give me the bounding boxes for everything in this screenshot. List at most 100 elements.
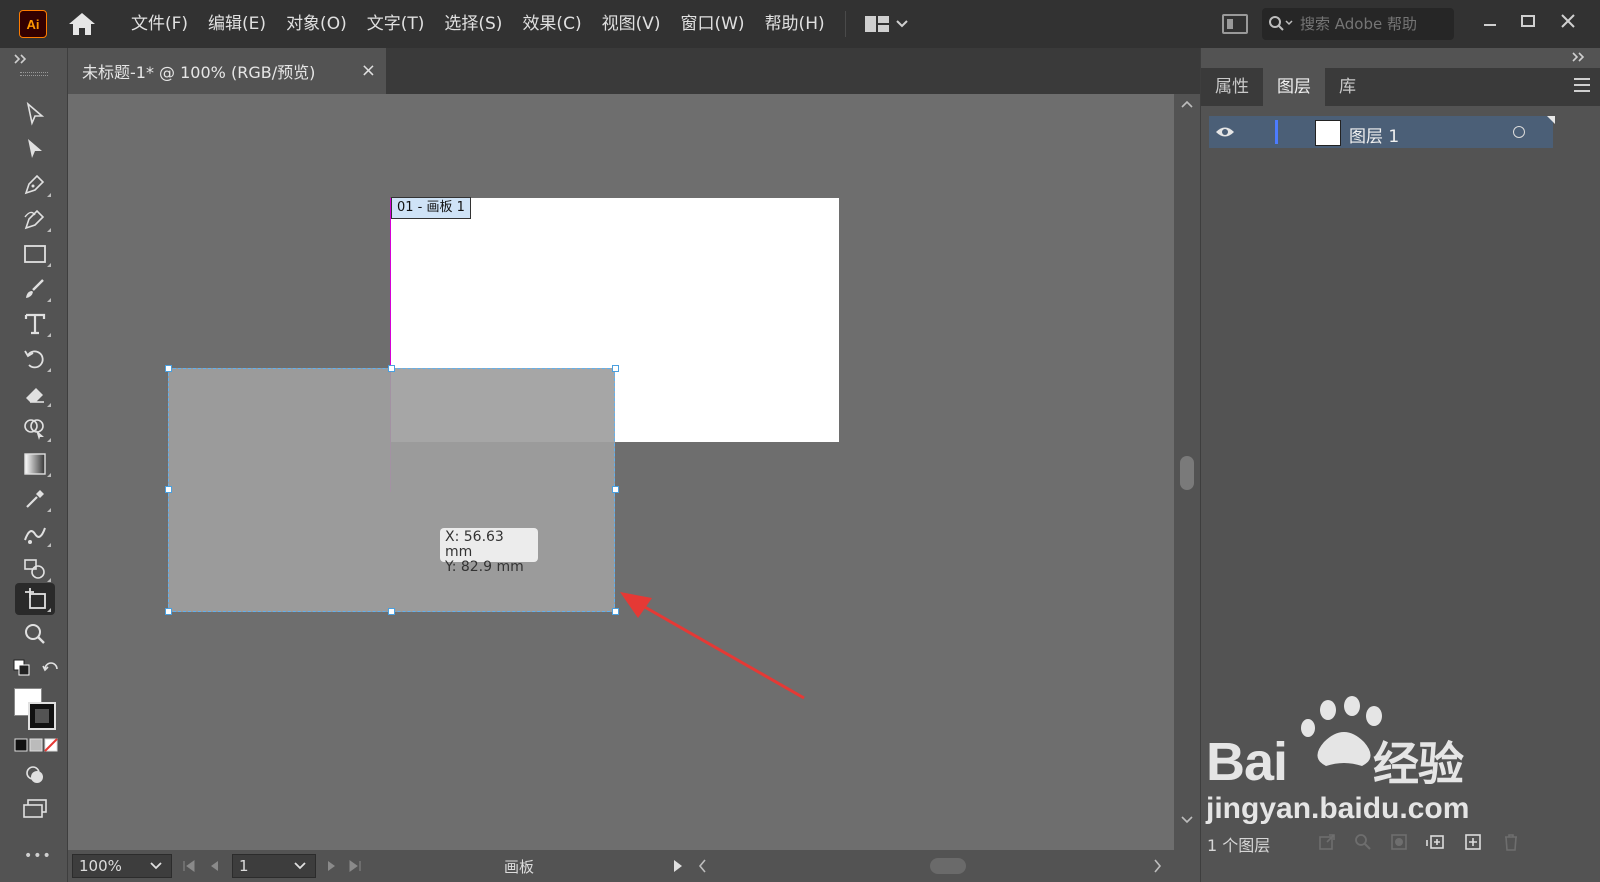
tab-properties[interactable]: 属性 [1201, 68, 1263, 106]
zoom-value: 100% [79, 857, 122, 875]
new-layer-icon[interactable] [1463, 832, 1483, 852]
scroll-left-icon[interactable] [698, 859, 706, 873]
menu-select[interactable]: 选择(S) [434, 0, 512, 48]
menu-window[interactable]: 窗口(W) [670, 0, 754, 48]
artboard-label[interactable]: 01 - 画板 1 [391, 197, 471, 219]
first-artboard-icon[interactable] [182, 859, 196, 873]
shape-builder-tool[interactable] [15, 413, 55, 445]
color-mode-icons[interactable] [14, 738, 58, 752]
watermark-url: jingyan.baidu.com [1206, 792, 1470, 825]
watermark-brand-cn: 经验 [1373, 738, 1464, 790]
rotate-tool[interactable] [15, 343, 55, 375]
previous-artboard-icon[interactable] [208, 859, 220, 873]
layer-name[interactable]: 图层 1 [1349, 122, 1399, 147]
menu-view[interactable]: 视图(V) [592, 0, 671, 48]
minimize-button[interactable] [1473, 6, 1507, 36]
x-coordinate: X: 56.63 mm [445, 529, 504, 560]
zoom-tool[interactable] [15, 618, 55, 650]
panel-menu-icon[interactable] [1574, 78, 1590, 92]
pen-tool[interactable] [15, 168, 55, 200]
workspace-switcher[interactable] [864, 14, 908, 34]
scroll-up-icon[interactable] [1181, 100, 1193, 108]
swap-fill-stroke-icon[interactable] [42, 660, 60, 678]
screen-mode-icon[interactable] [22, 798, 48, 820]
resize-handle[interactable] [388, 365, 395, 372]
puppet-warp-tool[interactable] [15, 518, 55, 550]
baidu-jingyan-watermark: Bai 经验 jingyan.baidu.com [1206, 696, 1496, 826]
panel-toggle-icon[interactable] [1222, 14, 1248, 34]
gradient-tool[interactable] [15, 448, 55, 480]
shape-builder-icon [24, 419, 44, 440]
resize-handle[interactable] [165, 365, 172, 372]
y-coordinate: Y: 82.9 mm [445, 559, 524, 575]
scroll-right-icon[interactable] [1154, 859, 1162, 873]
resize-handle[interactable] [612, 486, 619, 493]
layer-target-icon[interactable] [1513, 126, 1525, 138]
shapes-icon [24, 559, 45, 579]
resize-handle[interactable] [612, 365, 619, 372]
close-window-button[interactable] [1551, 6, 1585, 36]
eraser-tool[interactable] [15, 378, 55, 410]
drawing-mode-icon[interactable] [24, 764, 46, 786]
vertical-scroll-thumb[interactable] [1180, 456, 1194, 490]
stroke-swatch[interactable] [28, 702, 56, 730]
artboard-tool[interactable] [15, 583, 55, 615]
help-search-box[interactable] [1262, 8, 1454, 40]
curvature-pen-icon [24, 209, 45, 230]
chevron-down-icon [895, 20, 908, 28]
menu-file[interactable]: 文件(F) [121, 0, 198, 48]
visibility-eye-icon[interactable] [1215, 125, 1235, 139]
shape-tool-group[interactable] [15, 553, 55, 585]
home-icon[interactable] [67, 9, 97, 39]
direct-selection-tool[interactable] [15, 133, 55, 165]
next-artboard-icon[interactable] [326, 859, 338, 873]
zoom-dropdown-icon[interactable] [150, 862, 162, 870]
delete-layer-icon[interactable] [1501, 832, 1521, 852]
rectangle-icon [24, 245, 46, 263]
toolbar-grip[interactable] [20, 72, 48, 76]
last-artboard-icon[interactable] [348, 859, 362, 873]
resize-handle[interactable] [388, 608, 395, 615]
status-menu-icon[interactable] [673, 859, 683, 873]
menu-effect[interactable]: 效果(C) [512, 0, 591, 48]
canvas-area[interactable]: 01 - 画板 1 X: 56.63 mm Y: 82.9 mm [68, 94, 1174, 850]
layer-row[interactable]: 图层 1 [1209, 116, 1555, 148]
menu-object[interactable]: 对象(O) [276, 0, 357, 48]
eyedropper-tool[interactable] [15, 483, 55, 515]
new-artboard-preview[interactable] [168, 368, 615, 612]
menu-help[interactable]: 帮助(H) [755, 0, 835, 48]
tab-libraries[interactable]: 库 [1325, 68, 1370, 106]
coordinate-tooltip: X: 56.63 mm Y: 82.9 mm [440, 528, 538, 575]
menu-edit[interactable]: 编辑(E) [198, 0, 276, 48]
document-tab[interactable]: 未标题-1* @ 100% (RGB/预览) × [68, 48, 386, 94]
maximize-button[interactable] [1511, 6, 1545, 36]
horizontal-scroll-thumb[interactable] [930, 858, 966, 874]
menu-divider [844, 11, 846, 37]
locate-object-icon[interactable] [1353, 832, 1373, 852]
puppet-warp-icon [24, 527, 46, 544]
selection-tool[interactable] [15, 98, 55, 130]
default-fill-stroke-icon[interactable] [12, 658, 32, 678]
expand-toolbar-icon[interactable] [14, 54, 28, 64]
search-icon [1269, 16, 1293, 31]
scroll-down-icon[interactable] [1181, 816, 1193, 824]
artboard-dropdown-icon[interactable] [294, 862, 306, 870]
search-input[interactable] [1300, 15, 1440, 33]
menu-type[interactable]: 文字(T) [357, 0, 435, 48]
paintbrush-tool[interactable] [15, 273, 55, 305]
curvature-tool[interactable] [15, 203, 55, 235]
clipping-mask-icon[interactable] [1389, 832, 1409, 852]
new-sublayer-icon[interactable] [1425, 832, 1445, 852]
type-tool[interactable] [15, 308, 55, 340]
resize-handle[interactable] [165, 486, 172, 493]
collapse-panels-icon[interactable] [1572, 52, 1586, 62]
close-icon [1561, 14, 1575, 28]
vertical-scrollbar[interactable] [1174, 94, 1200, 850]
resize-handle[interactable] [165, 608, 172, 615]
document-tab-bar: 未标题-1* @ 100% (RGB/预览) × [68, 48, 1200, 94]
tab-layers[interactable]: 图层 [1263, 68, 1325, 106]
close-document-icon[interactable]: × [361, 60, 376, 81]
rectangle-tool[interactable] [15, 238, 55, 270]
more-tools-icon[interactable]: ••• [24, 848, 52, 864]
export-icon[interactable] [1317, 832, 1337, 852]
